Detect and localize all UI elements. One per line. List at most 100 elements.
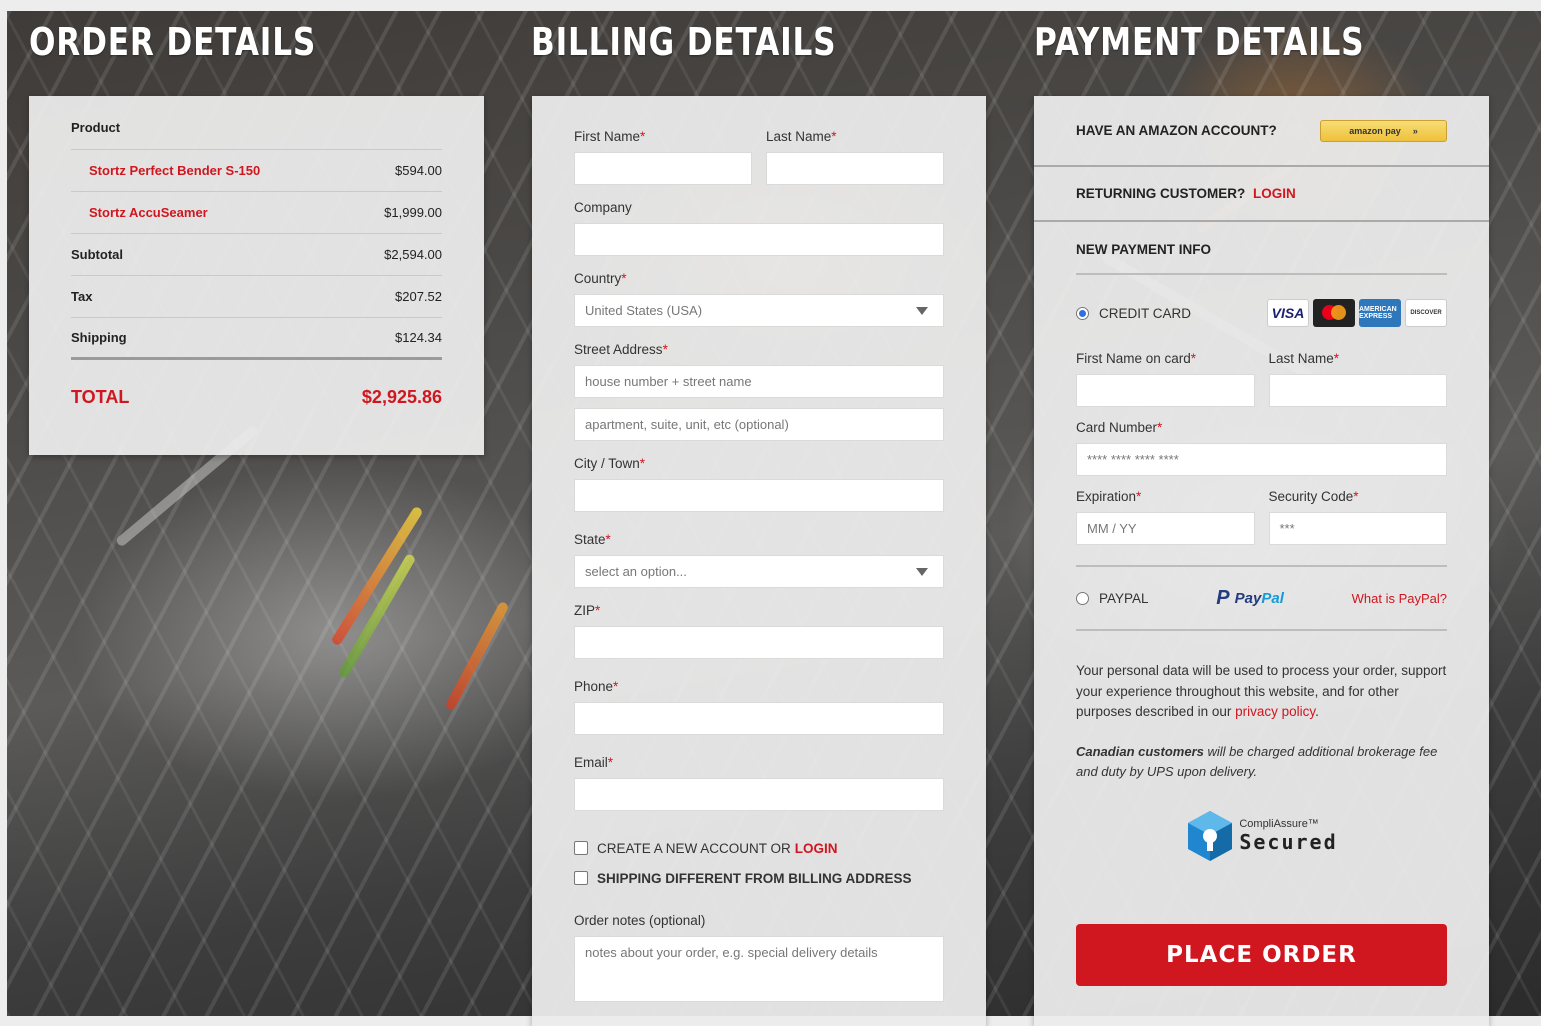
last-name-label: Last Name [766,129,832,144]
expiration-label: Expiration [1076,489,1137,504]
required-mark: * [595,603,601,618]
order-item-row: Stortz AccuSeamer $1,999.00 [71,192,442,234]
paypal-radio[interactable] [1076,591,1089,605]
visa-icon: VISA [1267,299,1309,327]
product-column-header: Product [71,120,121,135]
shipping-value: $124.34 [395,330,442,345]
order-notes-textarea[interactable]: notes about your order, e.g. special del… [574,936,944,1002]
order-item-price: $594.00 [395,163,442,178]
expiration-input[interactable]: MM / YY [1076,512,1255,545]
seal-bottom-text: Secured [1239,829,1338,854]
zip-label: ZIP [574,603,596,618]
city-label: City / Town [574,456,640,471]
required-mark: * [1157,420,1163,435]
paypal-logo: P PayPal [1216,587,1284,610]
tax-label: Tax [71,289,93,304]
paypal-logo-pay: Pay [1234,589,1262,607]
street-address-label: Street Address [574,342,663,357]
street-address-input[interactable]: house number + street name [574,365,944,398]
card-logos: VISA AMERICAN EXPRESS DISCOVER [1267,299,1447,327]
subtotal-value: $2,594.00 [384,247,442,262]
security-code-label: Security Code [1268,489,1354,504]
canada-notice: Canadian customers will be charged addit… [1076,742,1447,783]
privacy-notice: Your personal data will be used to proce… [1076,661,1447,723]
shipping-row: Shipping $124.34 [71,318,442,360]
create-account-login-link[interactable]: LOGIN [795,841,838,856]
privacy-end: . [1315,704,1319,719]
order-item-name[interactable]: Stortz Perfect Bender S-150 [71,163,260,178]
company-input[interactable] [574,223,944,256]
payment-panel: HAVE AN AMAZON ACCOUNT? amazon pay » RET… [1034,96,1489,1026]
create-account-checkbox[interactable] [574,841,588,855]
card-number-input[interactable]: **** **** **** **** [1076,443,1447,476]
total-row: TOTAL $2,925.86 [71,360,442,434]
billing-form-panel: First Name* Last Name* Company Country* … [532,96,986,1026]
state-select-value[interactable]: select an option... [574,555,944,588]
zip-input[interactable] [574,626,944,659]
tax-row: Tax $207.52 [71,276,442,318]
country-label: Country [574,271,622,286]
card-first-name-input[interactable] [1076,374,1255,407]
returning-login-link[interactable]: LOGIN [1253,186,1296,201]
credit-card-option[interactable]: CREDIT CARD VISA AMERICAN EXPRESS DISCOV… [1076,275,1447,351]
required-mark: * [1190,351,1197,366]
paypal-option[interactable]: PAYPAL P PayPal What is PayPal? [1076,567,1447,631]
what-is-paypal-link[interactable]: What is PayPal? [1352,591,1447,606]
dropdown-arrow-icon [916,568,928,576]
billing-details-heading: BILLING DETAILS [531,20,837,64]
place-order-button[interactable]: PLACE ORDER [1076,923,1447,986]
state-select[interactable]: select an option... [574,555,944,588]
card-first-name-label: First Name on card [1076,351,1191,366]
name-row: First Name* Last Name* [574,129,944,185]
card-number-label: Card Number [1076,420,1158,435]
canada-bold: Canadian customers [1076,743,1204,759]
country-select-value[interactable]: United States (USA) [574,294,944,327]
required-mark: * [1136,489,1142,504]
ship-different-row[interactable]: SHIPPING DIFFERENT FROM BILLING ADDRESS [574,863,944,893]
country-select[interactable]: United States (USA) [574,294,944,327]
order-item-name[interactable]: Stortz AccuSeamer [71,205,208,220]
create-account-row[interactable]: CREATE A NEW ACCOUNT OR LOGIN [574,833,944,863]
amazon-row: HAVE AN AMAZON ACCOUNT? amazon pay » [1034,96,1489,167]
amex-icon: AMERICAN EXPRESS [1359,299,1401,327]
paypal-label: PAYPAL [1099,590,1149,606]
returning-customer-row: RETURNING CUSTOMER? LOGIN [1034,167,1489,222]
paypal-icon: P [1216,586,1230,609]
ship-different-label: SHIPPING DIFFERENT FROM BILLING ADDRESS [597,870,912,886]
company-label: Company [574,200,632,215]
privacy-policy-link[interactable]: privacy policy [1235,704,1315,719]
order-summary-panel: Product Stortz Perfect Bender S-150 $594… [29,96,484,455]
last-name-input[interactable] [766,152,944,185]
card-last-name-label: Last Name [1268,351,1334,366]
amazon-question: HAVE AN AMAZON ACCOUNT? [1076,123,1277,138]
order-item-price: $1,999.00 [384,205,442,220]
ship-different-checkbox[interactable] [574,871,588,885]
required-mark: * [1333,351,1340,366]
security-code-input[interactable]: *** [1268,512,1447,545]
required-mark: * [662,342,668,357]
card-name-row: First Name on card* Last Name* [1076,351,1447,407]
required-mark: * [613,679,619,694]
order-header-row: Product [71,120,442,150]
expiry-row: Expiration* MM / YY Security Code* *** [1076,489,1447,545]
amazon-pay-button[interactable]: amazon pay » [1320,119,1447,142]
card-last-name-input[interactable] [1268,374,1447,407]
state-label: State [574,532,606,547]
new-payment-info-heading: NEW PAYMENT INFO [1076,226,1447,275]
shield-cube-icon [1188,810,1233,861]
shipping-label: Shipping [71,330,127,345]
street-address-2-input[interactable]: apartment, suite, unit, etc (optional) [574,408,944,441]
tax-value: $207.52 [395,289,442,304]
subtotal-label: Subtotal [71,247,123,262]
double-chevron-icon: » [1412,125,1418,136]
required-mark: * [621,271,627,286]
first-name-input[interactable] [574,152,752,185]
email-input[interactable] [574,778,944,811]
required-mark: * [1353,489,1359,504]
subtotal-row: Subtotal $2,594.00 [71,234,442,276]
credit-card-radio[interactable] [1076,306,1089,320]
city-input[interactable] [574,479,944,512]
total-value: $2,925.86 [361,386,442,407]
order-details-heading: ORDER DETAILS [29,20,317,64]
phone-input[interactable] [574,702,944,735]
